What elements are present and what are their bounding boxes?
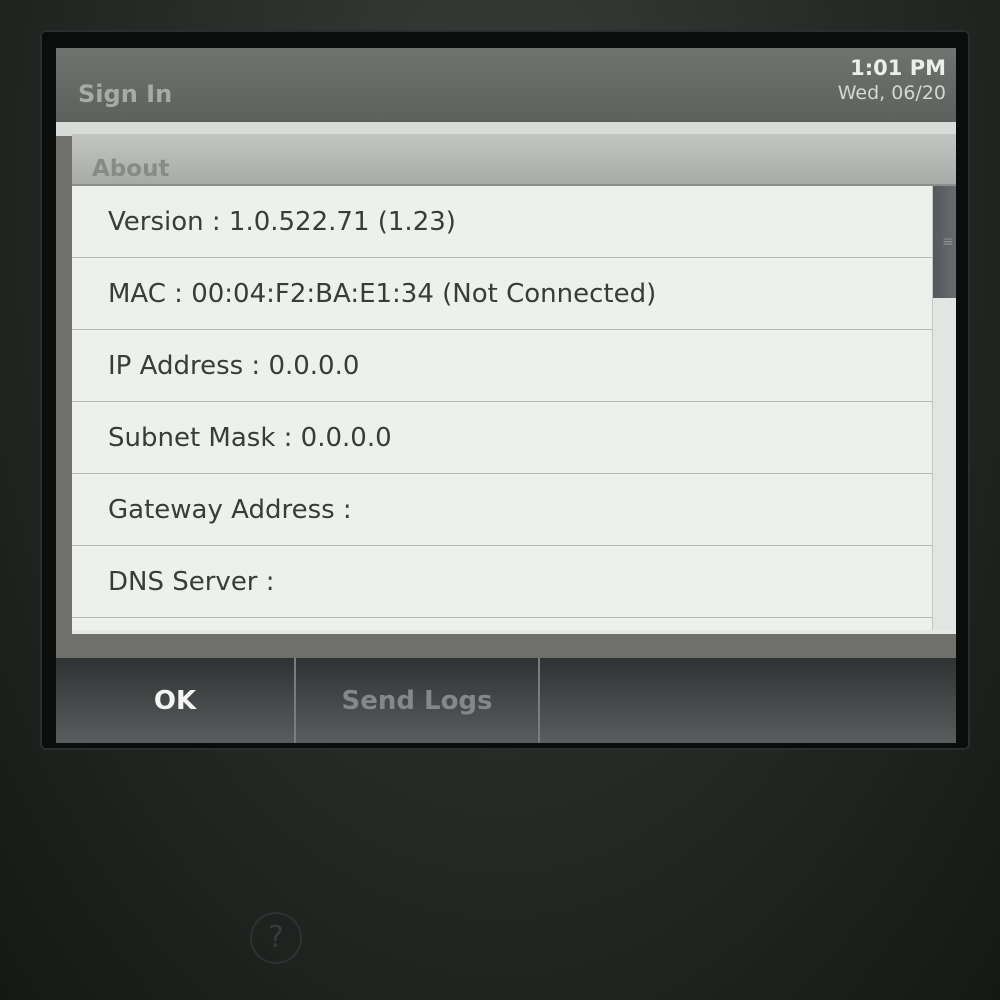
list-item-dns: DNS Server : — [72, 546, 932, 618]
clock-time: 1:01 PM — [850, 56, 946, 80]
help-icon[interactable]: ? — [250, 912, 302, 964]
device-body: Sign In 1:01 PM Wed, 06/20 About Version… — [0, 0, 1000, 1000]
list-item-version: Version : 1.0.522.71 (1.23) — [72, 186, 932, 258]
list-item-gateway: Gateway Address : — [72, 474, 932, 546]
ip-address-text: IP Address : 0.0.0.0 — [108, 350, 360, 381]
dns-text: DNS Server : — [108, 566, 275, 597]
dialog-title: About — [92, 156, 170, 182]
title-bar: Sign In 1:01 PM Wed, 06/20 — [56, 48, 956, 122]
dialog-header: About — [72, 134, 956, 186]
footer-bar: OK Send Logs — [56, 658, 956, 743]
scroll-thumb[interactable]: ≡ — [933, 186, 956, 298]
ok-button[interactable]: OK — [56, 658, 296, 743]
clock: 1:01 PM Wed, 06/20 — [838, 56, 946, 104]
screen: Sign In 1:01 PM Wed, 06/20 About Version… — [56, 48, 956, 743]
version-text: Version : 1.0.522.71 (1.23) — [108, 206, 456, 237]
app-title: Sign In — [78, 80, 173, 108]
info-list[interactable]: Version : 1.0.522.71 (1.23) MAC : 00:04:… — [72, 186, 932, 630]
empty-footer-slot — [540, 658, 956, 743]
list-item-mac: MAC : 00:04:F2:BA:E1:34 (Not Connected) — [72, 258, 932, 330]
about-dialog: About Version : 1.0.522.71 (1.23) MAC : … — [72, 134, 956, 634]
mac-text: MAC : 00:04:F2:BA:E1:34 (Not Connected) — [108, 278, 657, 309]
subnet-mask-text: Subnet Mask : 0.0.0.0 — [108, 422, 392, 453]
clock-date: Wed, 06/20 — [837, 82, 946, 104]
send-logs-button[interactable]: Send Logs — [296, 658, 540, 743]
scrollbar[interactable]: ≡ — [932, 186, 956, 630]
grip-icon: ≡ — [942, 234, 954, 250]
list-item-subnet-mask: Subnet Mask : 0.0.0.0 — [72, 402, 932, 474]
list-item-ip-address: IP Address : 0.0.0.0 — [72, 330, 932, 402]
gateway-text: Gateway Address : — [108, 494, 352, 525]
